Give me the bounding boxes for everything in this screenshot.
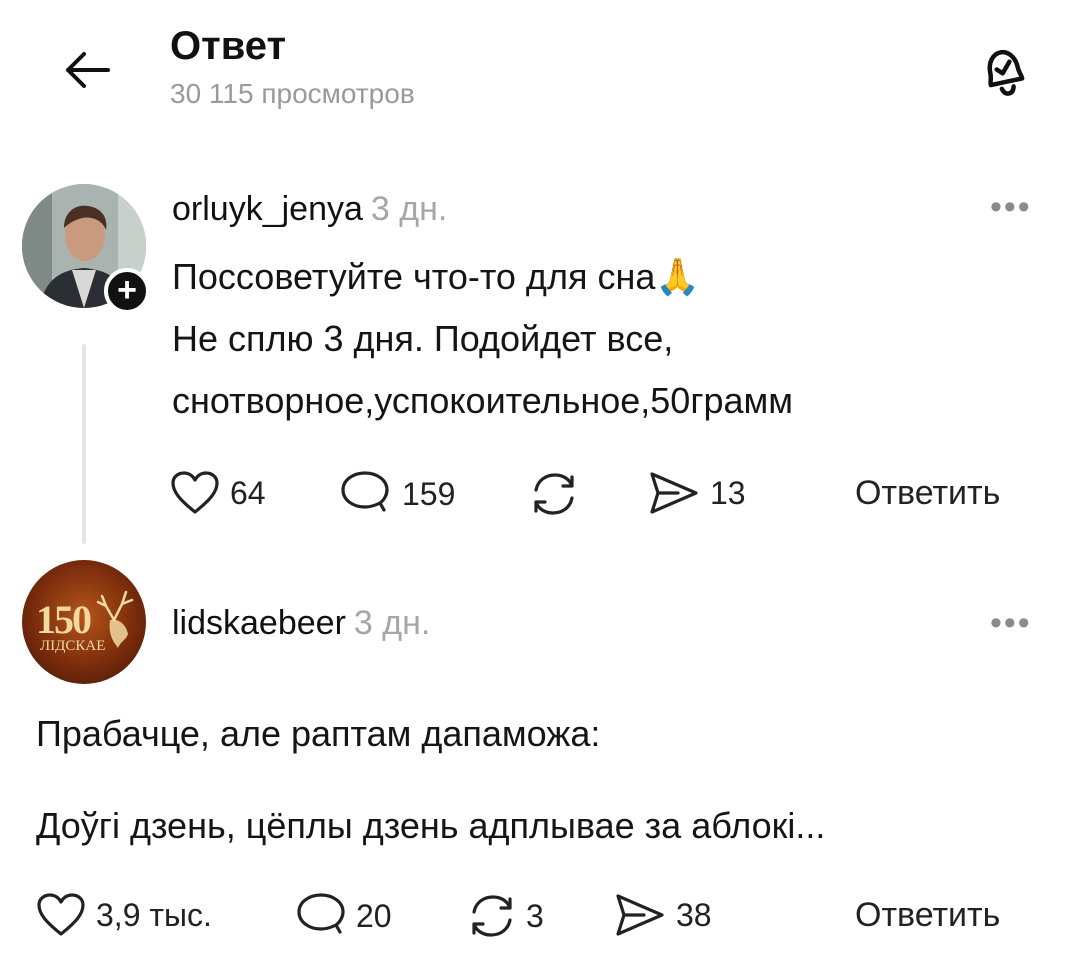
- repost-button[interactable]: 3: [466, 892, 544, 940]
- post-line: снотворное,успокоительное,50грамм: [172, 380, 793, 421]
- notifications-button[interactable]: [968, 34, 1040, 106]
- send-icon: [650, 472, 698, 514]
- share-count: 38: [676, 896, 712, 933]
- username[interactable]: lidskaebeer: [172, 604, 346, 642]
- bell-check-icon: [987, 49, 1025, 96]
- share-button[interactable]: 13: [648, 470, 746, 516]
- post-header: orluyk_jenya 3 дн.: [172, 190, 447, 229]
- repost-count: 3: [526, 897, 544, 934]
- back-button[interactable]: [58, 42, 114, 98]
- send-icon: [616, 894, 664, 936]
- more-button[interactable]: •••: [990, 604, 1032, 643]
- like-count: 64: [230, 474, 266, 511]
- post-line: Доўгі дзень, цёплы дзень адплывае за абл…: [36, 805, 826, 846]
- comment-icon: [341, 471, 389, 512]
- post-line: Не сплю 3 дня. Подойдет все,: [172, 318, 674, 359]
- like-count: 3,9 тыс.: [96, 896, 212, 933]
- repost-icon: [534, 473, 574, 515]
- views-count: 30 115 просмотров: [170, 78, 415, 109]
- post-time: 3 дн.: [370, 190, 448, 228]
- post-text: Поссоветуйте что-то для сна🙏 Не сплю 3 д…: [172, 246, 793, 432]
- heart-icon: [171, 471, 219, 514]
- comment-icon: [297, 893, 345, 934]
- reply-button[interactable]: Ответить: [855, 474, 1000, 513]
- like-button[interactable]: 3,9 тыс.: [36, 892, 212, 938]
- logo-number: 150: [36, 597, 92, 642]
- more-icon: •••: [990, 188, 1032, 226]
- more-button[interactable]: •••: [990, 188, 1032, 227]
- share-button[interactable]: 38: [614, 892, 712, 938]
- thread-line: [82, 344, 86, 544]
- arrow-left-icon: [66, 52, 110, 88]
- comment-count: 20: [356, 897, 392, 934]
- repost-button[interactable]: [528, 470, 580, 518]
- heart-icon: [37, 893, 85, 936]
- post-time: 3 дн.: [353, 604, 431, 642]
- comment-count: 159: [402, 475, 456, 512]
- repost-icon: [472, 895, 512, 937]
- post-line: Прабачце, але раптам дапаможа:: [36, 713, 601, 754]
- more-icon: •••: [990, 604, 1032, 642]
- follow-plus-button[interactable]: +: [104, 268, 150, 314]
- page-title: Ответ: [170, 24, 287, 68]
- username[interactable]: orluyk_jenya: [172, 190, 363, 228]
- avatar[interactable]: 150 ЛІДСКАЕ: [22, 560, 146, 684]
- post-line: Поссоветуйте что-то для сна🙏: [172, 256, 701, 297]
- like-button[interactable]: 64: [170, 470, 266, 516]
- post-header: lidskaebeer 3 дн.: [172, 604, 430, 643]
- comment-button[interactable]: 20: [296, 892, 392, 940]
- deer-icon: [96, 590, 134, 648]
- comment-button[interactable]: 159: [340, 470, 455, 518]
- share-count: 13: [710, 474, 746, 511]
- reply-button[interactable]: Ответить: [855, 896, 1000, 935]
